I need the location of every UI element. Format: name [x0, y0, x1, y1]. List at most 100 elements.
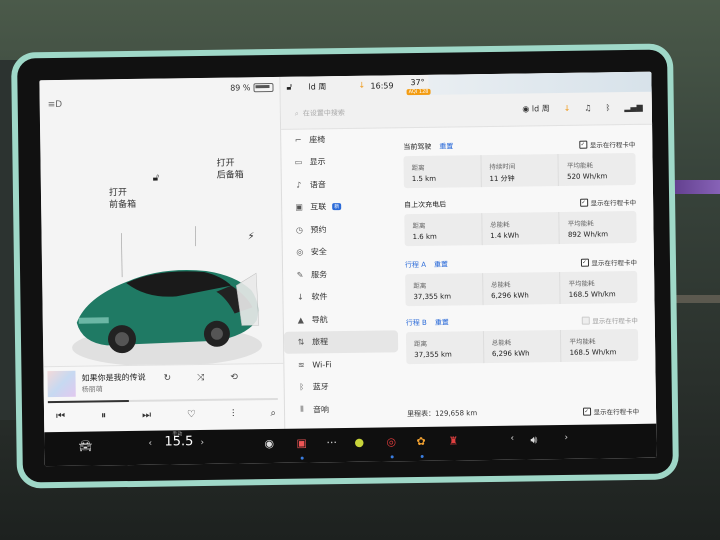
search-icon[interactable]: ⌕: [270, 408, 276, 419]
trip-stats: 距离 1.6 km 总能耗 1.4 kWh 平均能耗 892 Wh/km: [404, 210, 637, 247]
menu-item-7[interactable]: ↓ 软件: [283, 285, 401, 309]
map-peek[interactable]: [428, 71, 653, 95]
stat-value: 11 分钟: [489, 174, 515, 183]
reset-link[interactable]: 重置: [439, 141, 453, 151]
menu-item-label: 显示: [309, 157, 326, 167]
menu-item-3[interactable]: ▣ 互联新: [282, 195, 400, 219]
touchscreen: ≡D 89 % 打开 前备箱 打开 后备箱 🔓︎ ⚡ 如果你是我的传说 杨丽萌 …: [39, 71, 657, 467]
status-top: 89 %: [230, 82, 274, 93]
menu-item-0[interactable]: ⌐ 座椅: [281, 127, 399, 151]
app-icon-1[interactable]: ●: [354, 436, 364, 449]
checkbox-icon: ✓: [580, 258, 589, 267]
volume-left-icon[interactable]: ‹: [510, 434, 514, 444]
wifi-icon: ≋: [297, 360, 305, 370]
front-trunk-button[interactable]: 打开 前备箱: [109, 187, 136, 211]
more-icon[interactable]: ···: [326, 436, 337, 449]
profile-user[interactable]: ◉ ld 周: [522, 103, 550, 114]
stat-value: 6,296 kWh: [491, 291, 529, 300]
menu-item-10[interactable]: ≋ Wi-Fi: [284, 352, 402, 376]
next-icon[interactable]: ⏭: [142, 410, 151, 421]
menu-item-label: 音响: [312, 404, 330, 415]
stat-label: 距离: [411, 163, 425, 173]
album-art[interactable]: [47, 370, 76, 398]
car-panel: ≡D 89 % 打开 前备箱 打开 后备箱 🔓︎ ⚡ 如果你是我的传说 杨丽萌 …: [39, 76, 285, 434]
show-in-card-checkbox[interactable]: ✓显示在行程卡中: [581, 315, 638, 326]
speed-value[interactable]: 15.5: [164, 434, 193, 449]
trip-section: 行程 B 重置 ✓显示在行程卡中距离37,355 km 总能耗 6,296 kWh 平均能…: [406, 314, 639, 365]
stat-value: 1.6 km: [412, 232, 437, 242]
settings-menu: ⌐ 座椅 ▭ 显示 ♪ 语音 ▣ 互联新 ◷ 预约 ◎ 安全 ✎ 服务 ↓ 软件 ▲ 导航 ⇅ 旅程 ≋ Wi-Fi ᛒ 蓝牙…: [281, 127, 403, 429]
indicator-dot: [420, 454, 424, 458]
menu-item-5[interactable]: ◎ 安全: [283, 240, 401, 264]
car-icon[interactable]: 🚘︎: [78, 440, 92, 453]
stat-label: 总能耗: [490, 280, 511, 289]
show-in-card-checkbox[interactable]: ✓显示在行程卡中: [579, 197, 636, 208]
status-user[interactable]: ld 周: [308, 81, 326, 92]
progress-bar[interactable]: [47, 397, 278, 404]
menu-item-8[interactable]: ▲ 导航: [284, 307, 402, 331]
car-model: [72, 226, 263, 367]
battery-percent: 89 %: [230, 83, 251, 93]
bluetooth-icon[interactable]: ᛒ: [605, 103, 610, 112]
previous-icon[interactable]: ⏮: [56, 411, 65, 422]
reset-link[interactable]: 重置: [434, 260, 448, 270]
music-app-icon[interactable]: ◎: [386, 435, 396, 448]
menu-item-1[interactable]: ▭ 显示: [281, 150, 399, 174]
new-badge: 新: [332, 203, 342, 211]
trip-stat: 距离 37,355 km: [405, 273, 482, 306]
trip-stat: 总能耗 1.4 kWh: [480, 212, 560, 246]
settings-panel: 🔓︎ ld 周 ↓ 16:59 37° AQI 128 ⌕ 在设置中搜索 ◉ l…: [279, 71, 657, 429]
shuffle-icon[interactable]: ⤨: [197, 373, 204, 383]
chevron-right-icon[interactable]: ›: [200, 438, 204, 448]
headlight-icon[interactable]: ≡D: [48, 100, 63, 110]
menu-item-label: 软件: [311, 292, 328, 302]
bluetooth-icon: ᛒ: [299, 382, 305, 392]
rear-trunk-button[interactable]: 打开 后备箱: [216, 157, 243, 181]
trip-title: 自上次充电后: [404, 200, 447, 210]
volume-icon[interactable]: 🔊︎: [530, 433, 537, 447]
stat-label: 平均能耗: [568, 279, 595, 288]
trip-stat: 平均能耗 520 Wh/km: [557, 152, 636, 187]
unlock-icon[interactable]: 🔓︎: [153, 173, 160, 184]
chevron-left-icon[interactable]: ‹: [148, 439, 152, 449]
trip-stats: 距离 1.5 km 持续时间 11 分钟 平均能耗 520 Wh/km: [403, 152, 636, 189]
equalizer-icon[interactable]: ⫶: [232, 409, 235, 420]
odometer-show-checkbox[interactable]: ✓ 显示在行程卡中: [582, 406, 639, 417]
menu-item-2[interactable]: ♪ 语音: [282, 172, 400, 196]
menu-item-11[interactable]: ᛒ 蓝牙: [285, 375, 403, 399]
stat-value: 520 Wh/km: [567, 172, 608, 181]
trip-stat: 总能耗 6,296 kWh: [482, 330, 561, 364]
pause-icon[interactable]: ⏸: [101, 410, 106, 421]
volume-right-icon[interactable]: ›: [564, 433, 568, 443]
search-icon: ⌕: [294, 109, 299, 118]
update-download-icon[interactable]: ↓: [564, 104, 571, 113]
bell-icon[interactable]: ♫: [584, 104, 591, 113]
settings-search[interactable]: ⌕ 在设置中搜索: [295, 104, 465, 120]
heart-icon[interactable]: ♡: [187, 409, 196, 420]
toybox-icon[interactable]: ✿: [416, 435, 425, 448]
menu-item-6[interactable]: ✎ 服务: [283, 262, 401, 286]
rear-trunk-line1: 打开: [216, 158, 235, 169]
dashcam-icon[interactable]: ▣: [296, 437, 307, 450]
show-in-card-checkbox[interactable]: ✓显示在行程卡中: [580, 257, 637, 268]
download-icon[interactable]: ↓: [358, 81, 365, 90]
menu-item-9[interactable]: ⇅ 旅程: [283, 329, 399, 354]
repeat-icon[interactable]: ⟲: [230, 373, 238, 383]
lock-icon[interactable]: 🔓︎: [286, 83, 292, 93]
joystick-icon[interactable]: ♜: [448, 434, 458, 447]
stat-label: 持续时间: [489, 162, 516, 171]
menu-item-12[interactable]: ⦀ 音响: [285, 397, 403, 421]
source-icon[interactable]: ↻: [163, 373, 171, 383]
front-trunk-line1: 打开: [108, 188, 128, 199]
reset-link[interactable]: 重置: [435, 318, 449, 328]
menu-item-4[interactable]: ◷ 预约: [282, 217, 400, 241]
checkbox-icon: ✓: [579, 198, 588, 207]
seat-icon: ⌐: [294, 135, 302, 145]
camera-icon[interactable]: ◉: [264, 437, 274, 450]
show-in-card-label: 显示在行程卡中: [592, 316, 638, 326]
mic-icon: ♪: [296, 180, 302, 190]
trip-icon: ⇅: [297, 337, 305, 347]
connect-icon: ▣: [295, 202, 304, 212]
profile-status: ◉ ld 周 ↓ ♫ ᛒ ▂▄▆: [522, 102, 643, 115]
show-in-card-checkbox[interactable]: ✓显示在行程卡中: [578, 139, 635, 150]
